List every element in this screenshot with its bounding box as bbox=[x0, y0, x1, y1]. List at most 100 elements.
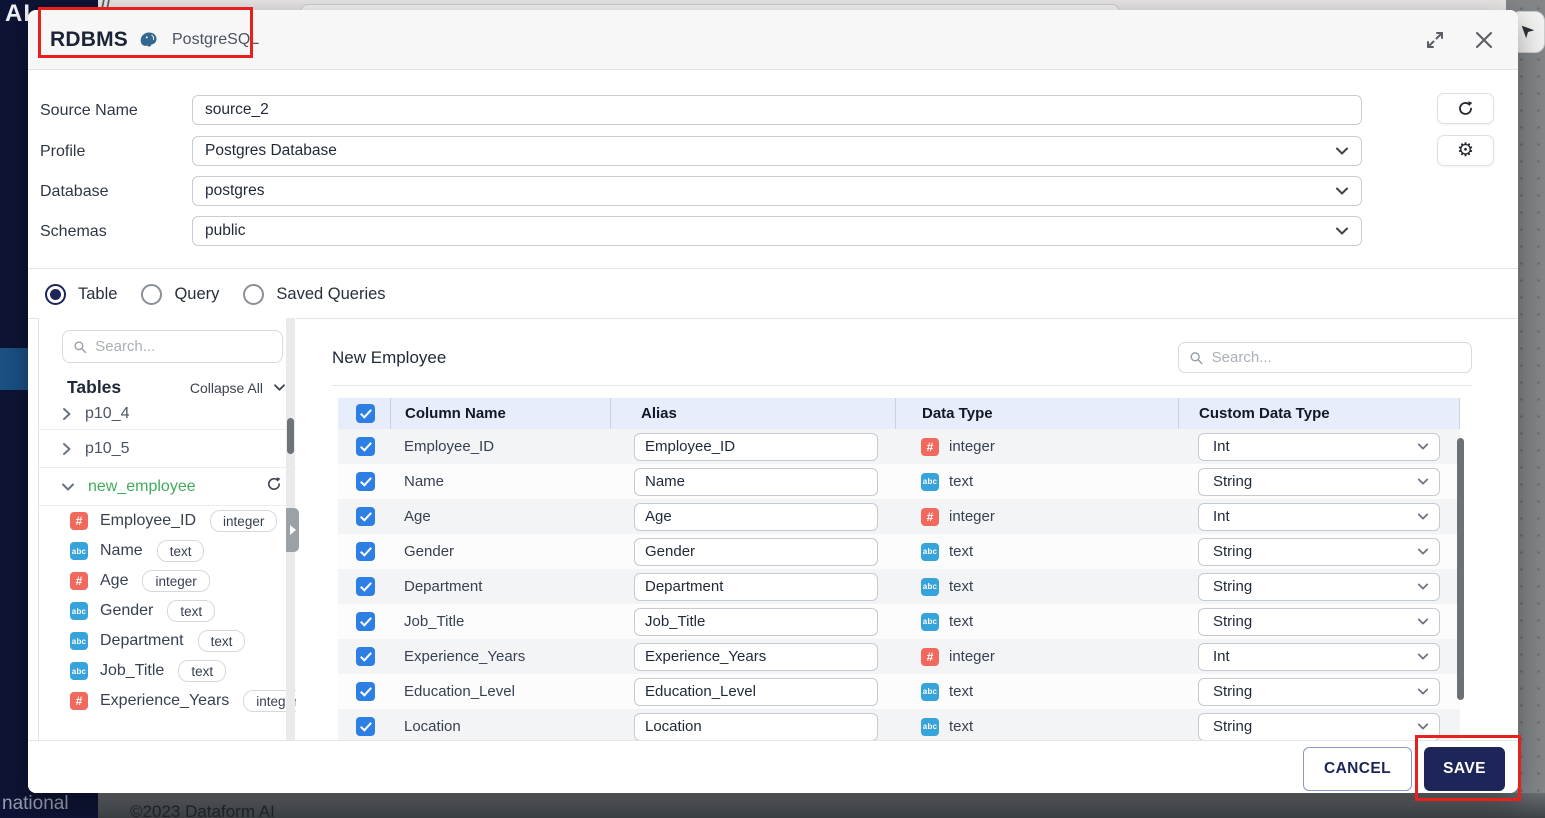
columns-table: Column Name Alias Data Type Custom Data … bbox=[338, 398, 1460, 740]
collapse-all-button[interactable]: Collapse All bbox=[190, 380, 286, 396]
settings-button[interactable]: ⚙ bbox=[1437, 135, 1494, 166]
alias-input[interactable] bbox=[634, 712, 878, 740]
radio-unselected-icon bbox=[243, 283, 265, 305]
custom-type-select[interactable]: Int bbox=[1198, 432, 1440, 461]
refresh-button[interactable] bbox=[1437, 93, 1494, 124]
custom-type-select[interactable]: Int bbox=[1198, 502, 1440, 531]
field-item[interactable]: abc Job_Title text bbox=[39, 656, 296, 686]
text-type-icon: abc bbox=[921, 717, 939, 736]
radio-selected-icon bbox=[45, 283, 66, 305]
profile-select[interactable]: Postgres Database bbox=[192, 136, 1362, 166]
field-item[interactable]: # Employee_ID integer bbox=[39, 506, 296, 536]
custom-type-select[interactable]: String bbox=[1198, 572, 1440, 601]
integer-type-icon: # bbox=[921, 437, 939, 456]
column-name: Experience_Years bbox=[404, 648, 526, 665]
postgresql-elephant-icon bbox=[138, 30, 160, 50]
header-custom-data-type: Custom Data Type bbox=[1178, 398, 1460, 429]
sidebar-scrollbar-thumb[interactable] bbox=[287, 418, 294, 454]
radio-query[interactable]: Query bbox=[141, 283, 219, 305]
row-checkbox[interactable] bbox=[356, 437, 375, 456]
engine-label: PostgreSQL bbox=[172, 30, 260, 48]
source-type-radios: Table Query Saved Queries bbox=[45, 270, 410, 318]
sidebar-expander-handle[interactable] bbox=[286, 508, 299, 552]
table-row: Location abctext String bbox=[338, 709, 1460, 740]
alias-input[interactable] bbox=[634, 502, 878, 531]
row-checkbox[interactable] bbox=[356, 682, 375, 701]
app-sidebar-footer-text: national bbox=[2, 793, 69, 814]
row-checkbox[interactable] bbox=[356, 717, 375, 736]
row-checkbox[interactable] bbox=[356, 472, 375, 491]
text-type-icon: abc bbox=[921, 542, 939, 561]
row-checkbox[interactable] bbox=[356, 507, 375, 526]
columns-search-input[interactable] bbox=[1211, 349, 1461, 366]
tables-sidebar: Tables Collapse All p10_4 p10_5 new bbox=[38, 318, 296, 740]
chevron-down-icon bbox=[1417, 618, 1429, 625]
source-name-label: Source Name bbox=[40, 102, 138, 119]
refresh-icon bbox=[1459, 101, 1473, 115]
app-sidebar-active-item[interactable] bbox=[0, 348, 28, 390]
alias-input[interactable] bbox=[634, 432, 878, 461]
alias-input[interactable] bbox=[634, 642, 878, 671]
tables-header: Tables bbox=[67, 377, 122, 397]
radio-table[interactable]: Table bbox=[45, 283, 117, 305]
custom-type-select[interactable]: String bbox=[1198, 537, 1440, 566]
column-name: Location bbox=[404, 718, 461, 735]
custom-type-select[interactable]: String bbox=[1198, 712, 1440, 740]
alias-input[interactable] bbox=[634, 677, 878, 706]
refresh-table-button[interactable] bbox=[266, 476, 282, 497]
field-item[interactable]: # Experience_Years integer bbox=[39, 686, 296, 716]
custom-type-select[interactable]: String bbox=[1198, 467, 1440, 496]
database-label: Database bbox=[40, 183, 109, 200]
select-all-checkbox[interactable] bbox=[356, 404, 375, 423]
sidebar-search-input[interactable] bbox=[95, 338, 272, 355]
close-icon bbox=[1476, 31, 1492, 48]
table-header-row: Column Name Alias Data Type Custom Data … bbox=[338, 398, 1460, 429]
row-checkbox[interactable] bbox=[356, 542, 375, 561]
alias-input[interactable] bbox=[634, 537, 878, 566]
field-item[interactable]: # Age integer bbox=[39, 566, 296, 596]
table-row: Name abctext String bbox=[338, 464, 1460, 499]
field-item[interactable]: abc Name text bbox=[39, 536, 296, 566]
chevron-down-icon bbox=[1417, 548, 1429, 555]
sidebar-search[interactable] bbox=[62, 330, 283, 363]
field-item[interactable]: abc Gender text bbox=[39, 596, 296, 626]
radio-saved-queries[interactable]: Saved Queries bbox=[243, 283, 386, 305]
text-type-icon: abc bbox=[921, 682, 939, 701]
table-item-p10_4[interactable]: p10_4 bbox=[39, 398, 296, 430]
background-footer-strip: ©2023 Dataform AI bbox=[98, 793, 1545, 818]
table-scrollbar-thumb[interactable] bbox=[1457, 438, 1464, 700]
chevron-down-icon bbox=[1336, 227, 1348, 235]
column-name: Department bbox=[404, 578, 483, 595]
expand-icon bbox=[1427, 31, 1443, 48]
cancel-button[interactable]: CANCEL bbox=[1303, 747, 1412, 791]
chevron-down-icon bbox=[1417, 688, 1429, 695]
table-item-p10_5[interactable]: p10_5 bbox=[39, 430, 296, 468]
type-badge: text bbox=[167, 600, 216, 622]
alias-input[interactable] bbox=[634, 607, 878, 636]
radio-unselected-icon bbox=[141, 283, 163, 305]
column-name: Job_Title bbox=[404, 613, 465, 630]
row-checkbox[interactable] bbox=[356, 577, 375, 596]
row-checkbox[interactable] bbox=[356, 647, 375, 666]
expand-modal-button[interactable] bbox=[1424, 29, 1446, 51]
custom-type-select[interactable]: Int bbox=[1198, 642, 1440, 671]
integer-type-icon: # bbox=[70, 572, 88, 590]
schemas-select[interactable]: public bbox=[192, 216, 1362, 246]
text-type-icon: abc bbox=[70, 602, 88, 620]
database-select[interactable]: postgres bbox=[192, 176, 1362, 206]
alias-input[interactable] bbox=[634, 572, 878, 601]
custom-type-select[interactable]: String bbox=[1198, 677, 1440, 706]
source-name-input[interactable] bbox=[192, 95, 1362, 125]
alias-input[interactable] bbox=[634, 467, 878, 496]
field-item[interactable]: abc Department text bbox=[39, 626, 296, 656]
custom-type-select[interactable]: String bbox=[1198, 607, 1440, 636]
columns-search[interactable] bbox=[1178, 342, 1472, 373]
row-checkbox[interactable] bbox=[356, 612, 375, 631]
save-button[interactable]: SAVE bbox=[1424, 747, 1505, 791]
table-item-new-employee[interactable]: new_employee bbox=[39, 468, 296, 506]
modal-title: RDBMS bbox=[50, 27, 128, 51]
column-name: Gender bbox=[404, 543, 455, 560]
modal-footer: CANCEL SAVE bbox=[28, 740, 1518, 793]
close-modal-button[interactable] bbox=[1474, 30, 1494, 50]
text-type-icon: abc bbox=[921, 472, 939, 491]
